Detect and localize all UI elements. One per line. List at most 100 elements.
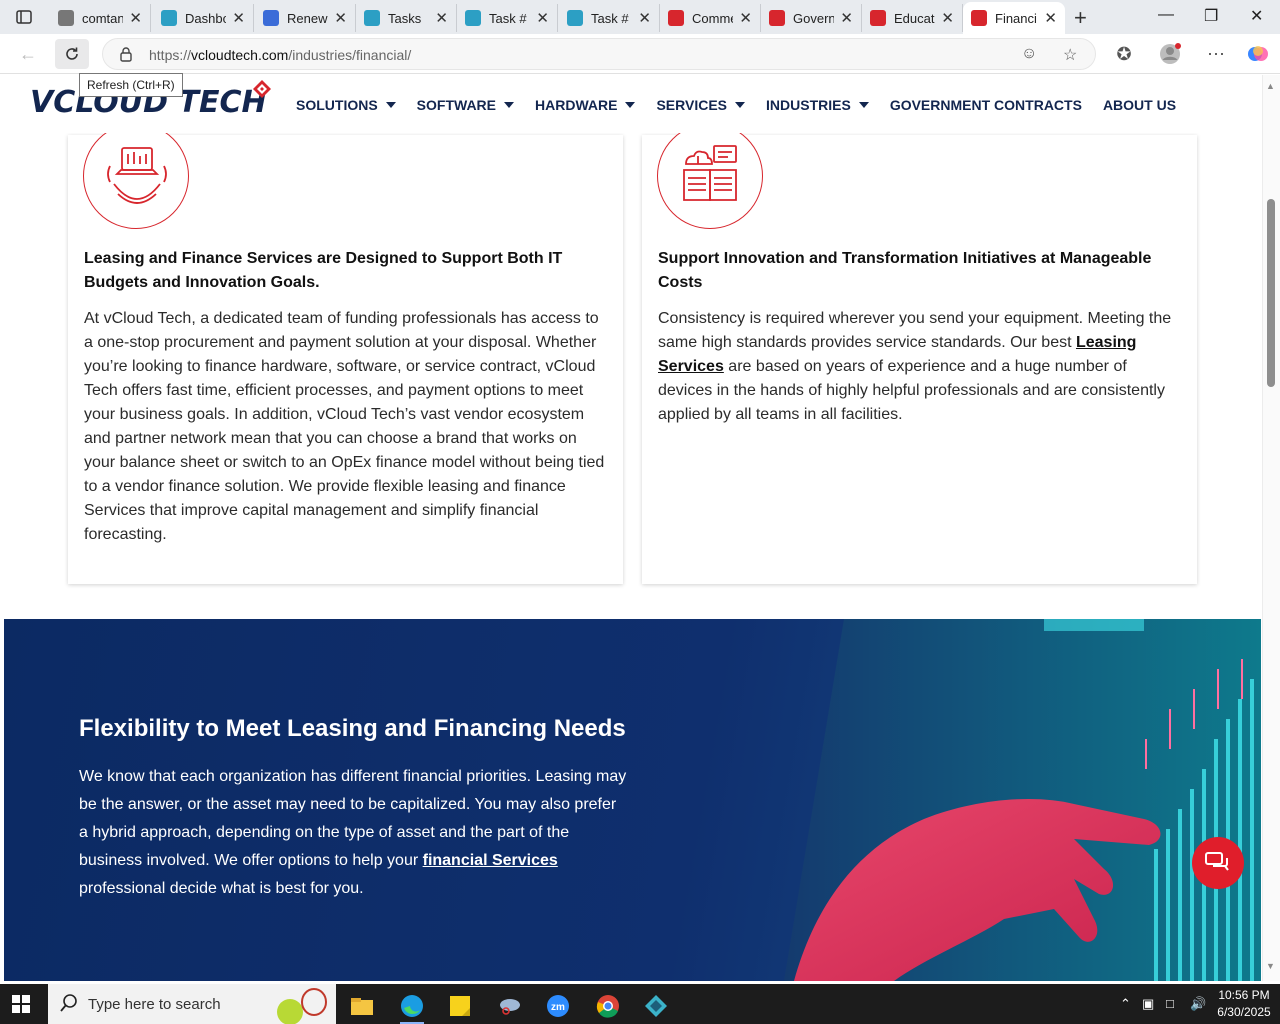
more-options-icon[interactable]: ⋯ (1202, 42, 1230, 66)
close-tab-icon[interactable]: ✕ (941, 9, 954, 27)
nav-item-hardware[interactable]: HARDWARE (535, 97, 636, 113)
tab-title: Task # C (591, 10, 632, 26)
profile-avatar[interactable] (1156, 42, 1184, 66)
tab-title: Renewi (287, 10, 329, 26)
new-tab-button[interactable]: + (1074, 5, 1087, 31)
snipping-tool-icon[interactable] (490, 988, 530, 1024)
nav-item-about-us[interactable]: ABOUT US (1103, 97, 1176, 113)
back-button[interactable]: ← (14, 42, 42, 66)
close-tab-icon[interactable]: ✕ (840, 9, 853, 27)
refresh-tooltip: Refresh (Ctrl+R) (79, 73, 183, 97)
tray-chevron-icon[interactable]: ⌃ (1120, 996, 1131, 1012)
favorites-icon[interactable]: ✪ (1110, 42, 1138, 66)
close-tab-icon[interactable]: ✕ (536, 9, 549, 27)
tab-title: Educati (894, 10, 936, 26)
lock-icon[interactable] (119, 46, 133, 67)
close-tab-icon[interactable]: ✕ (334, 9, 347, 27)
left-feature-card: Leasing and Finance Services are Designe… (68, 123, 623, 584)
close-tab-icon[interactable]: ✕ (739, 9, 752, 27)
taskbar-clock[interactable]: 10:56 PM 6/30/2025 (1214, 987, 1274, 1021)
browser-tab[interactable]: Comme ✕ (660, 4, 761, 32)
svg-text:zm: zm (551, 1002, 565, 1013)
globe-laptop-icon (83, 123, 189, 229)
browser-tab[interactable]: Financi ✕ (963, 2, 1065, 34)
browser-tab[interactable]: Govern ✕ (761, 4, 862, 32)
browser-tab[interactable]: Task # C ✕ (457, 4, 558, 32)
nav-item-industries[interactable]: INDUSTRIES (766, 97, 869, 113)
nav-item-label: GOVERNMENT CONTRACTS (889, 97, 1082, 113)
nav-item-government-contracts[interactable]: GOVERNMENT CONTRACTS (890, 97, 1082, 113)
network-icon[interactable]: □ (1166, 996, 1174, 1011)
right-feature-card: Support Innovation and Transformation In… (642, 123, 1197, 584)
tab-title: comtan (82, 10, 124, 26)
nav-item-services[interactable]: SERVICES (656, 97, 746, 113)
left-card-title: Leasing and Finance Services are Designe… (84, 250, 563, 291)
caret-down-icon (858, 102, 869, 108)
reader-icon[interactable]: ☺ (1021, 45, 1037, 63)
tab-actions-icon[interactable] (10, 7, 38, 27)
url-text: https://vcloudtech.com/industries/financ… (149, 47, 412, 63)
tab-favicon-icon (364, 10, 380, 26)
minimize-button[interactable]: — (1158, 6, 1174, 24)
chat-bubbles-icon (1205, 852, 1229, 871)
chrome-icon[interactable] (588, 988, 628, 1024)
file-explorer-icon[interactable] (342, 988, 382, 1024)
tab-title: Dashbo (185, 10, 227, 26)
left-card-body: At vCloud Tech, a dedicated team of fund… (84, 310, 605, 543)
close-tab-icon[interactable]: ✕ (129, 9, 142, 27)
tab-title: Task # C (489, 10, 530, 26)
chat-button[interactable] (1192, 837, 1244, 889)
taskbar-search-input[interactable]: Type here to search (48, 984, 336, 1024)
browser-tab[interactable]: Tasks ✕ (356, 4, 457, 32)
refresh-button[interactable] (55, 39, 89, 69)
browser-tab[interactable]: Renewi ✕ (255, 4, 356, 32)
favorite-star-icon[interactable]: ☆ (1063, 45, 1077, 65)
browser-tab[interactable]: Dashbo ✕ (153, 4, 254, 32)
close-tab-icon[interactable]: ✕ (1044, 9, 1057, 27)
copilot-icon[interactable] (1244, 42, 1272, 66)
hand-stock-chart-image (784, 619, 1261, 981)
nav-item-solutions[interactable]: SOLUTIONS (296, 97, 396, 113)
address-bar[interactable]: https://vcloudtech.com/industries/financ… (102, 38, 1096, 70)
banner-body: We know that each organization has diffe… (79, 768, 627, 897)
scrollbar-thumb[interactable] (1267, 199, 1275, 387)
volume-icon[interactable]: 🔊 (1190, 996, 1206, 1012)
windows-start-icon[interactable] (12, 995, 30, 1018)
page-scrollbar[interactable]: ▲ ▼ (1262, 75, 1280, 981)
browser-tab[interactable]: Educati ✕ (862, 4, 963, 32)
browser-tab[interactable]: comtan ✕ (50, 4, 151, 32)
caret-down-icon (735, 102, 746, 108)
caret-down-icon (504, 102, 515, 108)
logo-diamond-icon (253, 80, 271, 98)
browser-tab[interactable]: Task # C ✕ (559, 4, 660, 32)
tab-favicon-icon (668, 10, 684, 26)
caret-down-icon (385, 102, 396, 108)
main-navigation: SOLUTIONS SOFTWARE HARDWARE SERVICES INDUSTR… (296, 97, 1197, 113)
tab-title: Tasks (388, 10, 422, 26)
close-tab-icon[interactable]: ✕ (435, 9, 448, 27)
close-tab-icon[interactable]: ✕ (232, 9, 245, 27)
search-icon (60, 994, 77, 1012)
tab-title: Comme (692, 10, 734, 26)
banner-title: Flexibility to Meet Leasing and Financin… (79, 715, 626, 742)
edge-browser-icon[interactable] (392, 988, 432, 1024)
caret-down-icon (625, 102, 636, 108)
sticky-notes-icon[interactable] (440, 988, 480, 1024)
tab-strip: comtan✕Dashbo✕Renewi✕Tasks✕Task # C✕Task… (0, 0, 1280, 34)
tennis-ball-icon (277, 988, 327, 1024)
site-header: VCLOUD TECH SOLUTIONS SOFTWARE HARDWARE SER… (0, 75, 1262, 133)
restore-button[interactable]: ❐ (1204, 6, 1218, 26)
close-tab-icon[interactable]: ✕ (638, 9, 651, 27)
nav-item-label: SOFTWARE (416, 97, 497, 113)
tab-favicon-icon (161, 10, 177, 26)
close-window-button[interactable]: ✕ (1250, 6, 1263, 26)
tray-security-icon[interactable]: ▣ (1142, 996, 1154, 1012)
tab-favicon-icon (465, 10, 481, 26)
tab-favicon-icon (971, 10, 987, 26)
nav-item-label: SERVICES (656, 97, 728, 113)
nav-item-software[interactable]: SOFTWARE (416, 97, 515, 113)
zoom-icon[interactable]: zm (538, 988, 578, 1024)
nav-item-label: HARDWARE (535, 97, 618, 113)
financial-services-link[interactable]: financial Services (423, 852, 558, 869)
app-diamond-icon[interactable] (636, 988, 676, 1024)
